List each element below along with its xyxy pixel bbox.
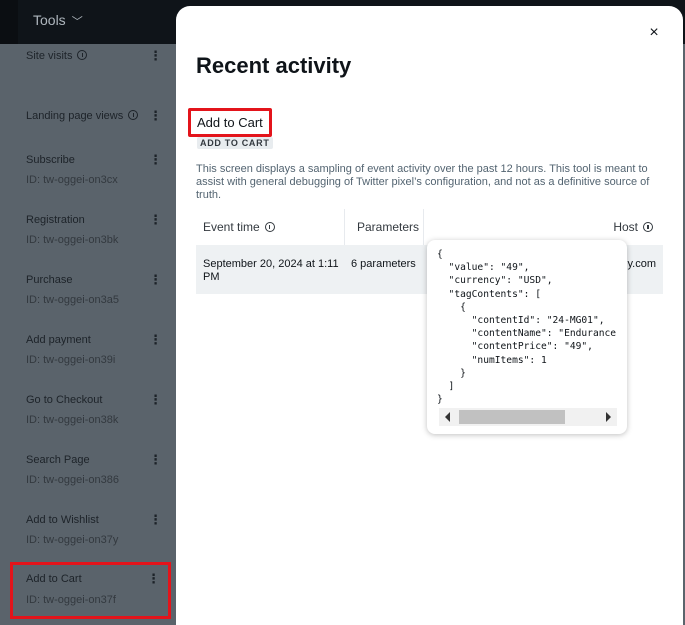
- cell-host: y.com: [627, 258, 656, 270]
- more-options-icon[interactable]: ⋮: [149, 332, 162, 348]
- event-id: ID: tw-oggei-on38k: [26, 414, 119, 426]
- horizontal-scrollbar[interactable]: [439, 408, 617, 426]
- info-icon[interactable]: [128, 110, 139, 120]
- event-name: Search Page: [26, 454, 90, 466]
- event-name: Go to Checkout: [26, 394, 103, 406]
- event-name: Add to Wishlist: [26, 514, 99, 526]
- event-type-chip: ADD TO CART: [197, 137, 273, 149]
- event-list: Site visits ⋮ Landing page views ⋮ Subsc…: [0, 44, 176, 625]
- event-id: ID: tw-oggei-on39i: [26, 354, 116, 366]
- event-name: Add payment: [26, 334, 91, 346]
- more-options-icon[interactable]: ⋮: [149, 212, 162, 228]
- event-id: ID: tw-oggei-on3cx: [26, 174, 118, 186]
- list-item[interactable]: Registration ID: tw-oggei-on3bk ⋮: [14, 210, 170, 268]
- close-icon[interactable]: ×: [644, 23, 664, 43]
- cell-event-time: September 20, 2024 at 1:11 PM: [203, 258, 339, 283]
- nav-edge: [0, 0, 18, 44]
- more-options-icon[interactable]: ⋮: [149, 48, 162, 64]
- more-options-icon[interactable]: ⋮: [149, 392, 162, 408]
- list-item[interactable]: Search Page ID: tw-oggei-on386 ⋮: [14, 450, 170, 508]
- event-id: ID: tw-oggei-on37f: [26, 594, 116, 606]
- header-event-time: Event time: [203, 209, 275, 245]
- chevron-down-icon: ﹀: [71, 16, 83, 28]
- more-options-icon[interactable]: ⋮: [149, 512, 162, 528]
- info-icon[interactable]: [264, 222, 275, 232]
- parameters-json: { "value": "49", "currency": "USD", "tag…: [437, 249, 617, 406]
- info-icon[interactable]: [77, 50, 88, 60]
- event-id: ID: tw-oggei-on386: [26, 474, 119, 486]
- column-divider: [344, 209, 345, 245]
- event-name: Site visits: [26, 50, 73, 62]
- header-label: Event time: [203, 220, 260, 234]
- tools-menu[interactable]: Tools ﹀: [33, 12, 83, 29]
- event-name: Registration: [26, 214, 85, 226]
- list-item[interactable]: Add to Wishlist ID: tw-oggei-on37y ⋮: [14, 510, 170, 568]
- header-parameters: Parameters: [357, 220, 420, 234]
- scrollbar-thumb[interactable]: [459, 410, 565, 424]
- event-id: ID: tw-oggei-on3bk: [26, 234, 119, 246]
- tools-label: Tools: [33, 12, 66, 28]
- header-label: Host: [613, 220, 638, 234]
- event-name: Add to Cart: [26, 573, 82, 585]
- event-name: Landing page views: [26, 110, 124, 122]
- event-name-heading: Add to Cart: [188, 108, 272, 137]
- more-options-icon[interactable]: ⋮: [147, 571, 160, 587]
- parameters-popover: { "value": "49", "currency": "USD", "tag…: [427, 240, 627, 434]
- modal-title: Recent activity: [196, 53, 352, 78]
- event-id: ID: tw-oggei-on3a5: [26, 294, 119, 306]
- info-icon[interactable]: [643, 222, 653, 232]
- scroll-left-icon[interactable]: [445, 412, 450, 422]
- more-options-icon[interactable]: ⋮: [149, 452, 162, 468]
- more-options-icon[interactable]: ⋮: [149, 108, 162, 124]
- event-name: Subscribe: [26, 154, 75, 166]
- list-item[interactable]: Add payment ID: tw-oggei-on39i ⋮: [14, 330, 170, 388]
- cell-parameters[interactable]: 6 parameters: [351, 258, 416, 270]
- list-item-selected[interactable]: Add to Cart ID: tw-oggei-on37f ⋮: [10, 562, 171, 619]
- column-divider: [423, 209, 424, 245]
- scroll-right-icon[interactable]: [606, 412, 611, 422]
- list-item[interactable]: Purchase ID: tw-oggei-on3a5 ⋮: [14, 270, 170, 328]
- event-name: Purchase: [26, 274, 73, 286]
- more-options-icon[interactable]: ⋮: [149, 152, 162, 168]
- more-options-icon[interactable]: ⋮: [149, 272, 162, 288]
- list-item[interactable]: Subscribe ID: tw-oggei-on3cx ⋮: [14, 150, 170, 208]
- description-text: This screen displays a sampling of event…: [196, 163, 650, 201]
- event-id: ID: tw-oggei-on37y: [26, 534, 119, 546]
- list-item[interactable]: Go to Checkout ID: tw-oggei-on38k ⋮: [14, 390, 170, 448]
- list-item[interactable]: Site visits ⋮: [14, 46, 170, 104]
